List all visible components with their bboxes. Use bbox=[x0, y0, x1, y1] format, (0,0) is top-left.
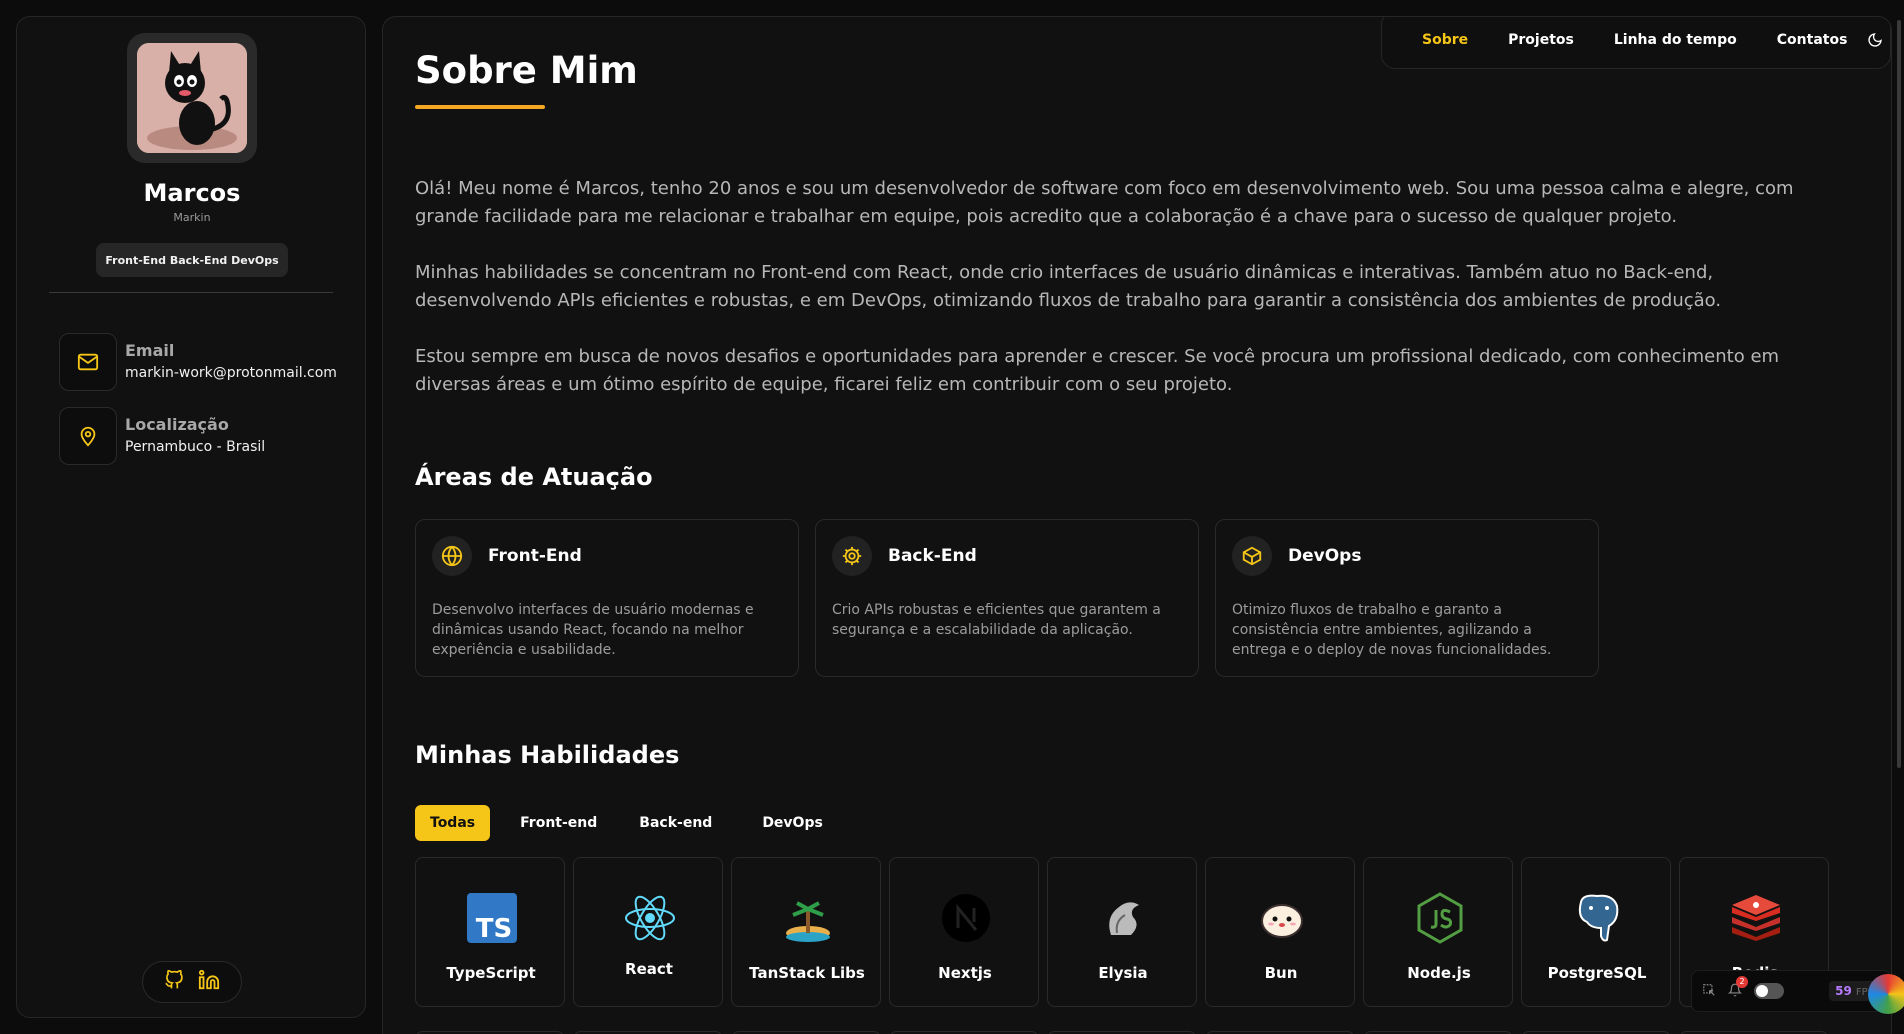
profile-sidebar: Marcos Markin Front-End Back-End DevOps … bbox=[16, 16, 366, 1018]
nav-projetos[interactable]: Projetos bbox=[1488, 32, 1594, 48]
filter-back-end[interactable]: Back-end bbox=[625, 805, 726, 841]
sidebar-divider bbox=[49, 292, 333, 293]
typescript-icon: TS bbox=[466, 892, 518, 944]
skill-card[interactable]: Bun bbox=[1205, 857, 1355, 1007]
social-links bbox=[142, 961, 242, 1003]
fps-value: 59 bbox=[1835, 984, 1852, 998]
area-card-desc: Otimizo fluxos de trabalho e garanto a c… bbox=[1232, 602, 1552, 658]
about-paragraph: Minhas habilidades se concentram no Fron… bbox=[415, 262, 1722, 311]
area-card-desc: Desenvolvo interfaces de usuário moderna… bbox=[432, 602, 754, 658]
skill-card[interactable]: TS TypeScript bbox=[415, 857, 565, 1007]
bell-icon[interactable]: 2 bbox=[1727, 975, 1748, 1001]
nodejs-icon bbox=[1414, 892, 1466, 944]
elysia-icon bbox=[1098, 892, 1150, 944]
react-icon bbox=[624, 892, 676, 944]
skill-label: Node.js bbox=[1407, 964, 1471, 982]
about-paragraph: Estou sempre em busca de novos desafios … bbox=[415, 346, 1780, 395]
skill-card[interactable]: Node.js bbox=[1363, 857, 1513, 1007]
role-badge: Front-End Back-End DevOps bbox=[96, 243, 288, 277]
skill-card[interactable]: PostgreSQL bbox=[1521, 857, 1671, 1007]
cog-icon bbox=[832, 536, 872, 576]
nextjs-icon bbox=[940, 892, 992, 944]
skill-card[interactable]: Elysia bbox=[1047, 857, 1197, 1007]
skill-label: PostgreSQL bbox=[1547, 964, 1647, 982]
area-card-backend: Back-End Crio APIs robustas e eficientes… bbox=[815, 519, 1199, 677]
main-content: Sobre Projetos Linha do tempo Contatos S… bbox=[382, 16, 1892, 1034]
area-card-desc: Crio APIs robustas e eficientes que gara… bbox=[832, 602, 1161, 638]
linkedin-icon[interactable] bbox=[198, 969, 220, 995]
tanstack-icon bbox=[782, 892, 834, 944]
skills-heading: Minhas Habilidades bbox=[415, 741, 680, 769]
skill-label: Bun bbox=[1264, 964, 1298, 982]
profile-name: Marcos bbox=[143, 179, 241, 207]
nav-contatos[interactable]: Contatos bbox=[1757, 32, 1868, 48]
area-card-devops: DevOps Otimizo fluxos de trabalho e gara… bbox=[1215, 519, 1599, 677]
skill-label: TanStack Libs bbox=[749, 964, 865, 982]
page-scrollbar[interactable] bbox=[1897, 20, 1901, 768]
skill-card[interactable]: Nextjs bbox=[889, 857, 1039, 1007]
area-card-title: DevOps bbox=[1288, 546, 1362, 566]
contact-email[interactable]: Email markin-work@protonmail.com bbox=[59, 333, 349, 391]
package-icon bbox=[1232, 536, 1272, 576]
top-navigation: Sobre Projetos Linha do tempo Contatos bbox=[1381, 17, 1891, 69]
filter-todas[interactable]: Todas bbox=[415, 805, 491, 841]
skill-filters: Todas Front-end Back-end DevOps bbox=[415, 805, 837, 841]
postgresql-icon bbox=[1572, 892, 1624, 944]
contact-label: Localização bbox=[125, 415, 229, 434]
profile-nickname: Markin bbox=[173, 211, 211, 224]
skill-label: TypeScript bbox=[446, 964, 536, 982]
mail-icon bbox=[59, 333, 117, 391]
skill-card[interactable]: TanStack Libs bbox=[731, 857, 881, 1007]
notification-badge: 2 bbox=[1736, 975, 1748, 988]
github-icon[interactable] bbox=[164, 969, 184, 994]
page-title: Sobre Mim bbox=[415, 49, 638, 92]
title-underline bbox=[415, 105, 545, 109]
svg-text:TS: TS bbox=[476, 914, 512, 943]
devtools-toggle[interactable] bbox=[1754, 983, 1784, 999]
nav-linha-do-tempo[interactable]: Linha do tempo bbox=[1594, 32, 1757, 48]
inspect-icon[interactable] bbox=[1702, 982, 1716, 1001]
nav-sobre[interactable]: Sobre bbox=[1402, 32, 1488, 48]
area-card-title: Back-End bbox=[888, 546, 977, 566]
app-logo-icon[interactable] bbox=[1868, 974, 1904, 1014]
bun-icon bbox=[1256, 892, 1308, 944]
skills-grid: TS TypeScript React TanStack Libs Nextjs bbox=[415, 857, 1829, 1007]
skill-label: Elysia bbox=[1098, 964, 1148, 982]
filter-front-end[interactable]: Front-end bbox=[506, 805, 611, 841]
contact-value: Pernambuco - Brasil bbox=[125, 439, 266, 455]
redis-icon bbox=[1730, 892, 1782, 944]
contact-value: markin-work@protonmail.com bbox=[125, 365, 337, 381]
areas-heading: Áreas de Atuação bbox=[415, 463, 653, 491]
skill-label: Nextjs bbox=[938, 964, 992, 982]
map-pin-icon bbox=[59, 407, 117, 465]
contact-location: Localização Pernambuco - Brasil bbox=[59, 407, 349, 465]
skill-label: React bbox=[625, 960, 673, 978]
skill-card[interactable]: React bbox=[573, 857, 723, 1007]
devtools-bar: 2 59 FPS bbox=[1691, 970, 1891, 1012]
theme-toggle-moon-icon[interactable] bbox=[1867, 32, 1883, 48]
contact-label: Email bbox=[125, 341, 175, 360]
area-card-frontend: Front-End Desenvolvo interfaces de usuár… bbox=[415, 519, 799, 677]
avatar-frame bbox=[127, 33, 257, 163]
area-card-title: Front-End bbox=[488, 546, 582, 566]
avatar bbox=[137, 43, 247, 153]
globe-icon bbox=[432, 536, 472, 576]
filter-devops[interactable]: DevOps bbox=[748, 805, 837, 841]
about-paragraph: Olá! Meu nome é Marcos, tenho 20 anos e … bbox=[415, 178, 1794, 227]
